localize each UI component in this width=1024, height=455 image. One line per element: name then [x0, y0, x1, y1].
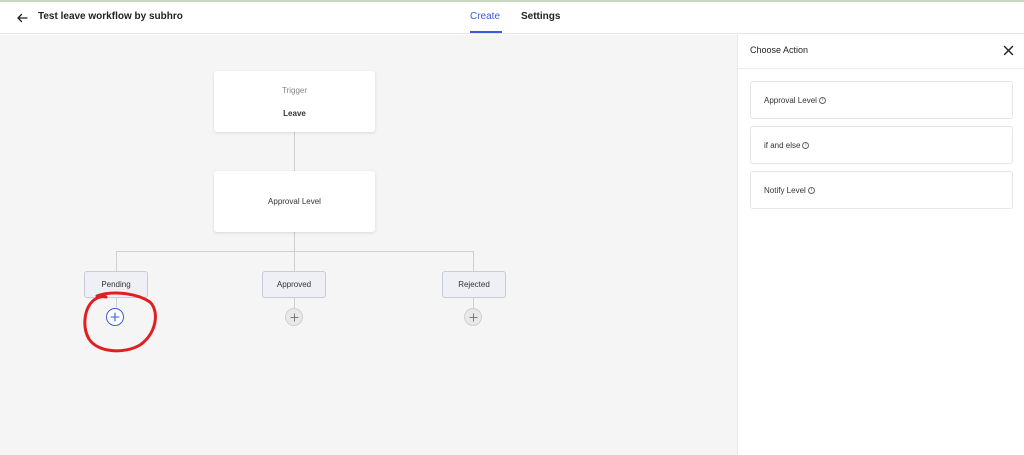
connector-line [116, 298, 117, 308]
approval-level-node[interactable]: Approval Level [214, 171, 375, 232]
connector-line [473, 298, 474, 308]
add-step-pending-button[interactable] [106, 308, 124, 326]
branch-rejected[interactable]: Rejected [442, 271, 506, 298]
panel-divider [738, 68, 1024, 69]
action-notify-level[interactable]: Notify Level i [750, 171, 1013, 209]
close-panel-button[interactable] [1000, 42, 1016, 58]
trigger-value: Leave [283, 109, 306, 118]
active-tab-indicator [470, 31, 502, 33]
info-icon[interactable]: i [802, 141, 810, 149]
action-label: Notify Level [764, 185, 806, 195]
header-bar: Test leave workflow by subhro Create Set… [0, 2, 1024, 34]
plus-icon [289, 312, 299, 322]
arrow-left-icon [17, 13, 28, 23]
close-icon [1003, 45, 1013, 55]
action-label: if and else [764, 140, 801, 150]
choose-action-panel: Choose Action Approval Level i if and el… [737, 35, 1024, 455]
connector-line [294, 232, 295, 251]
connector-line [116, 251, 117, 271]
connector-line [473, 251, 474, 271]
trigger-label: Trigger [281, 86, 308, 95]
branch-pending[interactable]: Pending [84, 271, 148, 298]
trigger-node[interactable]: Trigger Leave [214, 71, 375, 132]
info-icon[interactable]: i [818, 96, 826, 104]
action-if-and-else[interactable]: if and else i [750, 126, 1013, 164]
connector-line [294, 132, 295, 171]
tab-create[interactable]: Create [470, 11, 500, 22]
tab-settings[interactable]: Settings [521, 11, 560, 22]
add-step-approved-button[interactable] [285, 308, 303, 326]
back-button[interactable] [12, 8, 32, 28]
page-title: Test leave workflow by subhro [38, 11, 183, 22]
action-approval-level[interactable]: Approval Level i [750, 81, 1013, 119]
plus-icon [110, 312, 120, 322]
connector-line [294, 298, 295, 308]
workflow-canvas[interactable]: Trigger Leave Approval Level Pending App… [0, 35, 737, 455]
branch-approved[interactable]: Approved [262, 271, 326, 298]
info-icon[interactable]: i [807, 186, 815, 194]
plus-icon [468, 312, 478, 322]
approval-level-label: Approval Level [268, 197, 321, 206]
add-step-rejected-button[interactable] [464, 308, 482, 326]
panel-title: Choose Action [750, 45, 809, 55]
connector-line [294, 251, 295, 271]
connector-line [116, 251, 474, 252]
action-label: Approval Level [764, 95, 817, 105]
